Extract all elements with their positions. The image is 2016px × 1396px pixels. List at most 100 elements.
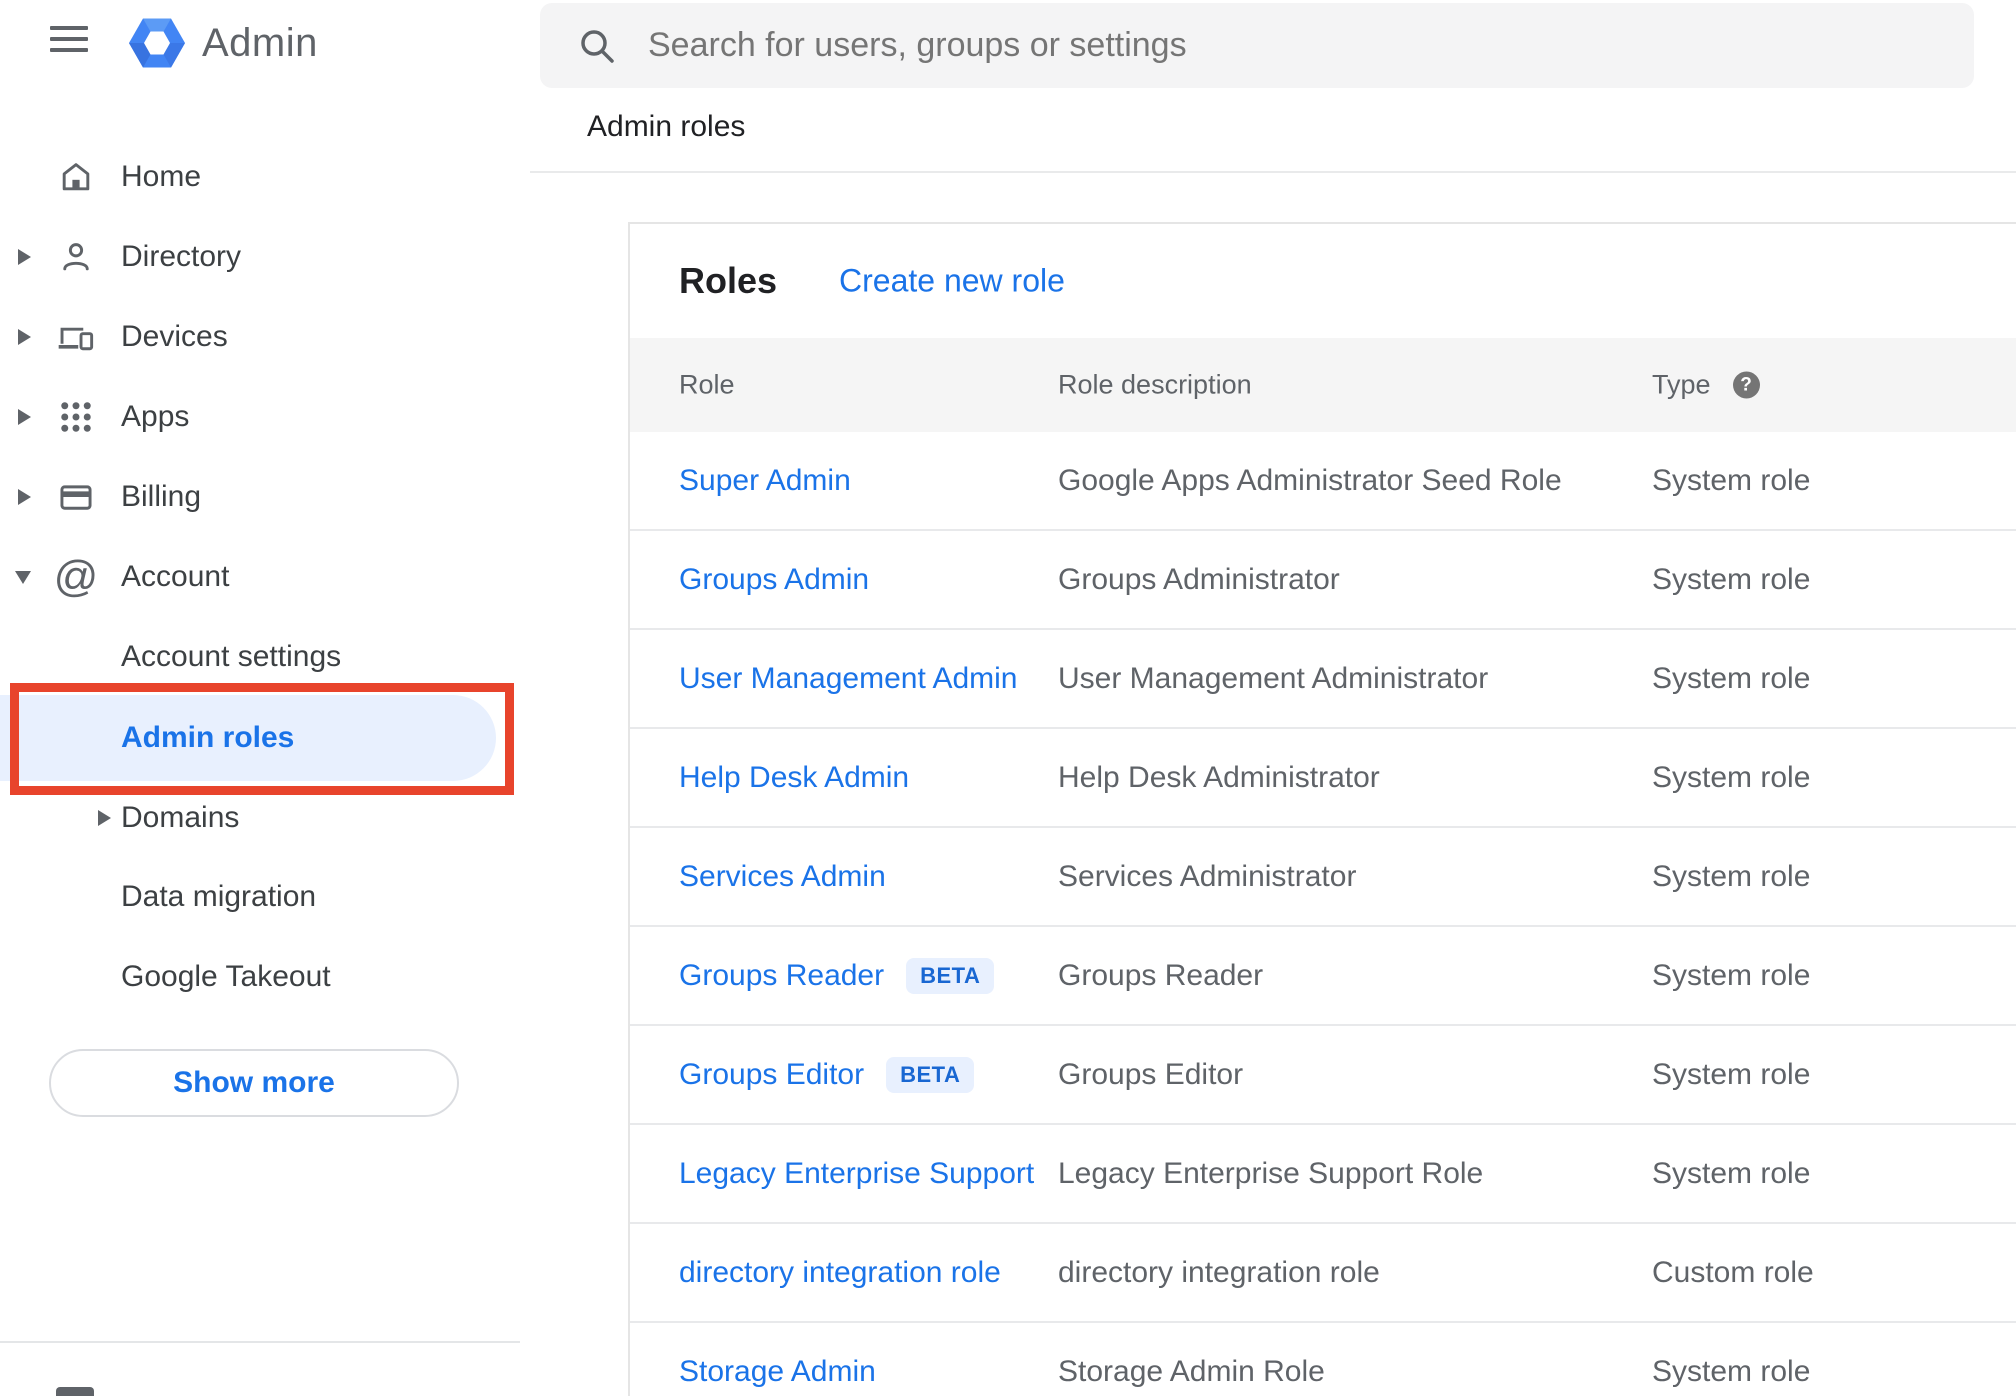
role-description: Groups Reader xyxy=(1058,958,1264,992)
table-row: Services Admin Services Administrator Syst… xyxy=(630,828,2016,927)
table-header-row: Role Role description Type ? xyxy=(630,338,2016,432)
role-link-text[interactable]: Help Desk Admin xyxy=(679,761,909,795)
table-row: Super Admin Google Apps Administrator See… xyxy=(630,432,2016,531)
sidebar-item-billing[interactable]: Billing xyxy=(0,454,530,540)
sidebar-item-label: Home xyxy=(121,160,202,193)
expand-arrow-icon[interactable] xyxy=(18,329,31,345)
sidebar-item-account[interactable]: @ Account xyxy=(0,534,530,620)
admin-hexagon-logo-icon xyxy=(129,18,185,68)
breadcrumb: Admin roles xyxy=(587,110,746,143)
role-link[interactable]: Super Admin xyxy=(679,464,851,498)
column-header-role: Role xyxy=(679,369,735,400)
roles-panel: Roles Create new role Role Role descript… xyxy=(628,222,2016,1396)
sidebar-divider xyxy=(0,1341,520,1343)
sidebar-item-home[interactable]: Home xyxy=(0,134,530,220)
search-bar xyxy=(540,3,1974,88)
sidebar-item-label: Account settings xyxy=(121,640,342,673)
role-link[interactable]: Groups Editor BETA xyxy=(679,1056,975,1093)
role-description: User Management Administrator xyxy=(1058,661,1489,695)
sidebar-item-apps[interactable]: Apps xyxy=(0,374,530,460)
google-admin-console: Admin Home Directory Devices Apps Billing @ Ac… xyxy=(0,0,2016,1396)
show-more-label: Show more xyxy=(173,1066,335,1099)
expand-arrow-icon[interactable] xyxy=(18,249,31,265)
role-type: System role xyxy=(1652,562,1811,596)
sidebar-item-data-migration[interactable]: Data migration xyxy=(0,854,530,940)
sidebar-item-label: Data migration xyxy=(121,880,317,913)
role-link[interactable]: Groups Admin xyxy=(679,563,869,597)
role-link-text[interactable]: Services Admin xyxy=(679,860,886,894)
table-row: Storage Admin Storage Admin Role System ro… xyxy=(630,1323,2016,1396)
sidebar-item-admin-roles[interactable]: Admin roles xyxy=(0,695,530,781)
role-description: Help Desk Administrator xyxy=(1058,760,1380,794)
role-link-text[interactable]: Storage Admin xyxy=(679,1355,876,1389)
role-type: System role xyxy=(1652,859,1811,893)
table-row: Help Desk Admin Help Desk Administrator Sy… xyxy=(630,729,2016,828)
role-description: Groups Administrator xyxy=(1058,562,1340,596)
expand-arrow-icon[interactable] xyxy=(18,489,31,505)
sidebar: Admin Home Directory Devices Apps Billing @ Ac… xyxy=(0,0,530,1396)
help-icon[interactable]: ? xyxy=(1732,371,1760,399)
role-link-text[interactable]: Groups Editor xyxy=(679,1058,864,1092)
home-icon xyxy=(56,157,96,197)
menu-hamburger-icon[interactable] xyxy=(50,26,90,58)
sidebar-item-label: Account xyxy=(121,560,230,593)
role-type: System role xyxy=(1652,1156,1811,1190)
role-link[interactable]: Help Desk Admin xyxy=(679,761,909,795)
sidebar-item-label: Billing xyxy=(121,480,202,513)
role-link[interactable]: Legacy Enterprise Support xyxy=(679,1157,1034,1191)
beta-badge: BETA xyxy=(906,957,995,994)
sidebar-item-directory[interactable]: Directory xyxy=(0,214,530,300)
sidebar-item-label: Directory xyxy=(121,240,242,273)
person-icon xyxy=(56,237,96,277)
billing-card-icon xyxy=(56,477,96,517)
expand-arrow-icon[interactable] xyxy=(18,409,31,425)
sidebar-item-account-settings[interactable]: Account settings xyxy=(0,614,530,700)
role-link[interactable]: Storage Admin xyxy=(679,1355,876,1389)
role-link[interactable]: Services Admin xyxy=(679,860,886,894)
table-row: Groups Editor BETA Groups Editor System rol… xyxy=(630,1026,2016,1125)
sidebar-item-label: Devices xyxy=(121,320,228,353)
show-more-button[interactable]: Show more xyxy=(49,1049,459,1117)
panel-title: Roles xyxy=(679,260,778,301)
expand-arrow-icon[interactable] xyxy=(98,810,111,826)
column-header-description: Role description xyxy=(1058,369,1252,400)
at-sign-icon: @ xyxy=(53,552,99,601)
role-link-text[interactable]: Groups Admin xyxy=(679,563,869,597)
table-row: User Management Admin User Management Adm… xyxy=(630,630,2016,729)
table-row: directory integration role directory inte… xyxy=(630,1224,2016,1323)
role-link-text[interactable]: Groups Reader xyxy=(679,959,884,993)
role-link[interactable]: Groups Reader BETA xyxy=(679,957,995,994)
table-row: Groups Admin Groups Administrator System r… xyxy=(630,531,2016,630)
role-link[interactable]: directory integration role xyxy=(679,1256,1001,1290)
role-description: Google Apps Administrator Seed Role xyxy=(1058,463,1562,497)
sidebar-item-label: Domains xyxy=(121,801,240,834)
role-type: System role xyxy=(1652,463,1811,497)
roles-table-body: Super Admin Google Apps Administrator See… xyxy=(630,432,2016,1396)
sidebar-item-devices[interactable]: Devices xyxy=(0,294,530,380)
type-label: Type xyxy=(1652,369,1711,400)
table-row: Legacy Enterprise Support Legacy Enterpri… xyxy=(630,1125,2016,1224)
role-link[interactable]: User Management Admin xyxy=(679,662,1018,696)
role-link-text[interactable]: Super Admin xyxy=(679,464,851,498)
create-new-role-link[interactable]: Create new role xyxy=(839,263,1065,300)
search-input[interactable] xyxy=(540,3,1974,88)
role-link-text[interactable]: User Management Admin xyxy=(679,662,1018,696)
devices-icon xyxy=(56,317,96,357)
apps-grid-icon xyxy=(56,397,96,437)
table-row: Groups Reader BETA Groups Reader System rol… xyxy=(630,927,2016,1026)
role-description: Services Administrator xyxy=(1058,859,1357,893)
role-type: System role xyxy=(1652,958,1811,992)
role-link-text[interactable]: Legacy Enterprise Support xyxy=(679,1157,1034,1191)
role-link-text[interactable]: directory integration role xyxy=(679,1256,1001,1290)
roles-panel-header: Roles Create new role xyxy=(630,224,2016,338)
collapse-arrow-icon[interactable] xyxy=(15,570,31,584)
sidebar-item-google-takeout[interactable]: Google Takeout xyxy=(0,934,530,1020)
role-description: directory integration role xyxy=(1058,1255,1380,1289)
app-title: Admin xyxy=(202,20,318,65)
role-type: System role xyxy=(1652,760,1811,794)
role-description: Legacy Enterprise Support Role xyxy=(1058,1156,1484,1190)
sidebar-item-label: Google Takeout xyxy=(121,960,331,993)
sidebar-item-label: Apps xyxy=(121,400,190,433)
role-description: Groups Editor xyxy=(1058,1057,1244,1091)
sidebar-item-domains[interactable]: Domains xyxy=(0,775,530,861)
